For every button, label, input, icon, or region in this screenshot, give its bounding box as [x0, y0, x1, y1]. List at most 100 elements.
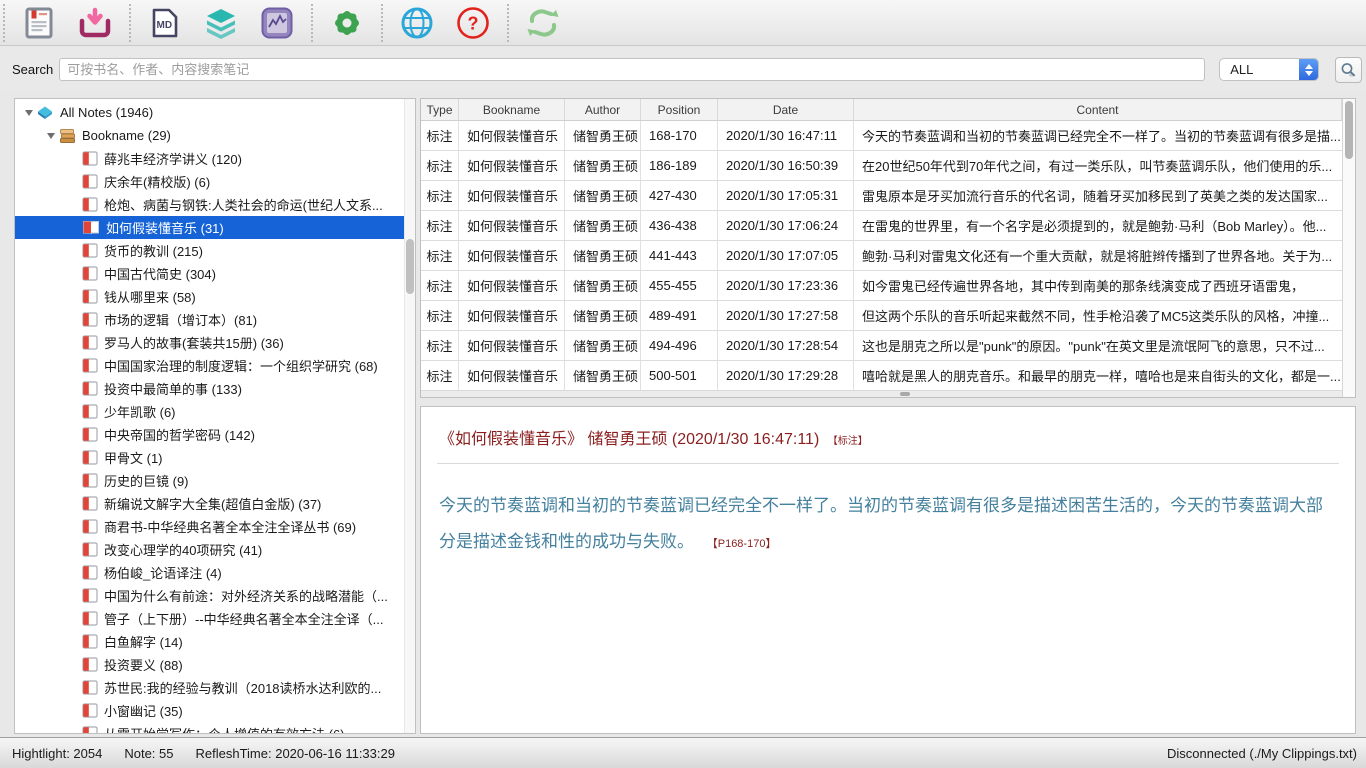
search-input[interactable]: [59, 58, 1205, 81]
sidebar-book-item[interactable]: 管子（上下册）--中华经典名著全本全注全译（...: [15, 607, 415, 630]
filter-selected-value: ALL: [1230, 62, 1253, 77]
note-detail: 《如何假装懂音乐》 储智勇王硕 (2020/1/30 16:47:11) 【标注…: [420, 406, 1356, 734]
cell-content: 今天的节奏蓝调和当初的节奏蓝调已经完全不一样了。当初的节奏蓝调有很多是描...: [854, 121, 1342, 150]
sidebar-book-item[interactable]: 白鱼解字 (14): [15, 630, 415, 653]
cell-bookname: 如何假装懂音乐: [459, 301, 565, 330]
sidebar-book-item[interactable]: 苏世民:我的经验与教训（2018读桥水达利欧的...: [15, 676, 415, 699]
cell-date: 2020/1/30 17:23:36: [718, 271, 854, 300]
sidebar-book-item[interactable]: 杨伯峻_论语译注 (4): [15, 561, 415, 584]
sidebar-book-item[interactable]: 中央帝国的哲学密码 (142): [15, 423, 415, 446]
cell-bookname: 如何假装懂音乐: [459, 361, 565, 390]
svg-text:?: ?: [468, 13, 479, 33]
book-label: 中央帝国的哲学密码 (142): [104, 425, 255, 444]
sidebar-book-item[interactable]: 从零开始学写作：个人增值的有效方法 (6): [15, 722, 415, 734]
column-header-date[interactable]: Date: [718, 99, 854, 120]
sidebar-book-item[interactable]: 罗马人的故事(套装共15册) (36): [15, 331, 415, 354]
table-horizontal-scrollbar[interactable]: [421, 390, 1342, 397]
toolbar-group-settings: [311, 4, 381, 42]
sidebar-book-item[interactable]: 甲骨文 (1): [15, 446, 415, 469]
clippings-document-icon: [25, 7, 53, 39]
sidebar-book-item[interactable]: 薛兆丰经济学讲义 (120): [15, 147, 415, 170]
book-icon: [82, 726, 98, 734]
import-button[interactable]: [76, 4, 114, 42]
clippings-document-button[interactable]: [20, 4, 58, 42]
sidebar-book-item[interactable]: 历史的巨镜 (9): [15, 469, 415, 492]
note-row[interactable]: 标注 如何假装懂音乐 储智勇王硕 427-430 2020/1/30 17:05…: [421, 181, 1342, 211]
table-vertical-scrollbar-thumb[interactable]: [1345, 101, 1353, 159]
sidebar-book-item[interactable]: 投资中最简单的事 (133): [15, 377, 415, 400]
sidebar-book-item[interactable]: 投资要义 (88): [15, 653, 415, 676]
sidebar-book-item[interactable]: 小窗幽记 (35): [15, 699, 415, 722]
column-header-type[interactable]: Type: [421, 99, 459, 120]
cell-type: 标注: [421, 241, 459, 270]
table-vertical-scrollbar[interactable]: [1342, 99, 1355, 397]
sidebar-book-item[interactable]: 如何假装懂音乐 (31): [15, 216, 415, 239]
cell-author: 储智勇王硕: [565, 241, 641, 270]
table-horizontal-scrollbar-thumb[interactable]: [900, 392, 910, 396]
markdown-export-icon: MD: [151, 7, 179, 39]
statistics-button[interactable]: [258, 4, 296, 42]
cell-content: 嘻哈就是黑人的朋克音乐。和最早的朋克一样，嘻哈也是来自街头的文化，都是一...: [854, 361, 1342, 390]
sidebar-scrollbar-thumb[interactable]: [406, 239, 414, 294]
disclosure-triangle-icon[interactable]: [43, 133, 58, 139]
search-label: Search: [12, 62, 53, 77]
note-row[interactable]: 标注 如何假装懂音乐 储智勇王硕 441-443 2020/1/30 17:07…: [421, 241, 1342, 271]
app-window: MD: [0, 0, 1366, 768]
help-button[interactable]: ?: [454, 4, 492, 42]
tree-item-bookname[interactable]: Bookname (29): [15, 124, 415, 147]
column-header-author[interactable]: Author: [565, 99, 641, 120]
sidebar-book-item[interactable]: 庆余年(精校版) (6): [15, 170, 415, 193]
sidebar-book-item[interactable]: 中国为什么有前途：对外经济关系的战略潜能（...: [15, 584, 415, 607]
cell-position: 489-491: [641, 301, 718, 330]
sidebar-scrollbar[interactable]: [404, 99, 415, 733]
book-label: 罗马人的故事(套装共15册) (36): [104, 333, 284, 352]
layers-button[interactable]: [202, 4, 240, 42]
book-label: 新编说文解字大全集(超值白金版) (37): [104, 494, 321, 513]
sidebar-book-item[interactable]: 中国国家治理的制度逻辑：一个组织学研究 (68): [15, 354, 415, 377]
note-row[interactable]: 标注 如何假装懂音乐 储智勇王硕 500-501 2020/1/30 17:29…: [421, 361, 1342, 391]
cell-date: 2020/1/30 17:27:58: [718, 301, 854, 330]
note-row[interactable]: 标注 如何假装懂音乐 储智勇王硕 436-438 2020/1/30 17:06…: [421, 211, 1342, 241]
website-button[interactable]: [398, 4, 436, 42]
note-row[interactable]: 标注 如何假装懂音乐 储智勇王硕 168-170 2020/1/30 16:47…: [421, 121, 1342, 151]
refresh-button[interactable]: [524, 4, 562, 42]
sidebar-book-item[interactable]: 中国古代简史 (304): [15, 262, 415, 285]
cell-content: 这也是朋克之所以是"punk"的原因。"punk"在英文里是流氓阿飞的意思，只不…: [854, 331, 1342, 360]
cell-author: 储智勇王硕: [565, 211, 641, 240]
cell-bookname: 如何假装懂音乐: [459, 181, 565, 210]
book-label: 白鱼解字 (14): [104, 632, 183, 651]
cell-type: 标注: [421, 331, 459, 360]
markdown-export-button[interactable]: MD: [146, 4, 184, 42]
book-label: 改变心理学的40项研究 (41): [104, 540, 262, 559]
status-connection: Disconnected (./My Clippings.txt): [1167, 746, 1357, 761]
settings-button[interactable]: [328, 4, 366, 42]
sidebar-book-item[interactable]: 少年凯歌 (6): [15, 400, 415, 423]
sidebar-book-item[interactable]: 货币的教训 (215): [15, 239, 415, 262]
filter-select[interactable]: ALL: [1219, 58, 1319, 81]
sidebar-book-item[interactable]: 新编说文解字大全集(超值白金版) (37): [15, 492, 415, 515]
sidebar-book-item[interactable]: 商君书-中华经典名著全本全注全译丛书 (69): [15, 515, 415, 538]
cell-position: 500-501: [641, 361, 718, 390]
note-row[interactable]: 标注 如何假装懂音乐 储智勇王硕 455-455 2020/1/30 17:23…: [421, 271, 1342, 301]
cell-content: 在雷鬼的世界里，有一个名字是必须提到的，就是鲍勃·马利（Bob Marley）。…: [854, 211, 1342, 240]
note-row[interactable]: 标注 如何假装懂音乐 储智勇王硕 494-496 2020/1/30 17:28…: [421, 331, 1342, 361]
cell-content: 雷鬼原本是牙买加流行音乐的代名词，随着牙买加移民到了英美之类的发达国家...: [854, 181, 1342, 210]
toolbar-group-export: MD: [129, 4, 311, 42]
column-header-bookname[interactable]: Bookname: [459, 99, 565, 120]
note-row[interactable]: 标注 如何假装懂音乐 储智勇王硕 186-189 2020/1/30 16:50…: [421, 151, 1342, 181]
book-icon: [82, 680, 98, 695]
tree-item-all-notes[interactable]: All Notes (1946): [15, 101, 415, 124]
note-row[interactable]: 标注 如何假装懂音乐 储智勇王硕 489-491 2020/1/30 17:27…: [421, 301, 1342, 331]
book-icon: [82, 542, 98, 557]
sidebar-book-item[interactable]: 市场的逻辑（增订本）(81): [15, 308, 415, 331]
sidebar-book-item[interactable]: 枪炮、病菌与钢铁:人类社会的命运(世纪人文系...: [15, 193, 415, 216]
sidebar-book-item[interactable]: 改变心理学的40项研究 (41): [15, 538, 415, 561]
book-label: 管子（上下册）--中华经典名著全本全注全译（...: [104, 609, 384, 628]
column-header-position[interactable]: Position: [641, 99, 718, 120]
cell-date: 2020/1/30 17:07:05: [718, 241, 854, 270]
column-header-content[interactable]: Content: [854, 99, 1342, 120]
sidebar-book-item[interactable]: 钱从哪里来 (58): [15, 285, 415, 308]
disclosure-triangle-icon[interactable]: [21, 110, 36, 116]
cell-position: 427-430: [641, 181, 718, 210]
search-button[interactable]: [1335, 57, 1362, 83]
